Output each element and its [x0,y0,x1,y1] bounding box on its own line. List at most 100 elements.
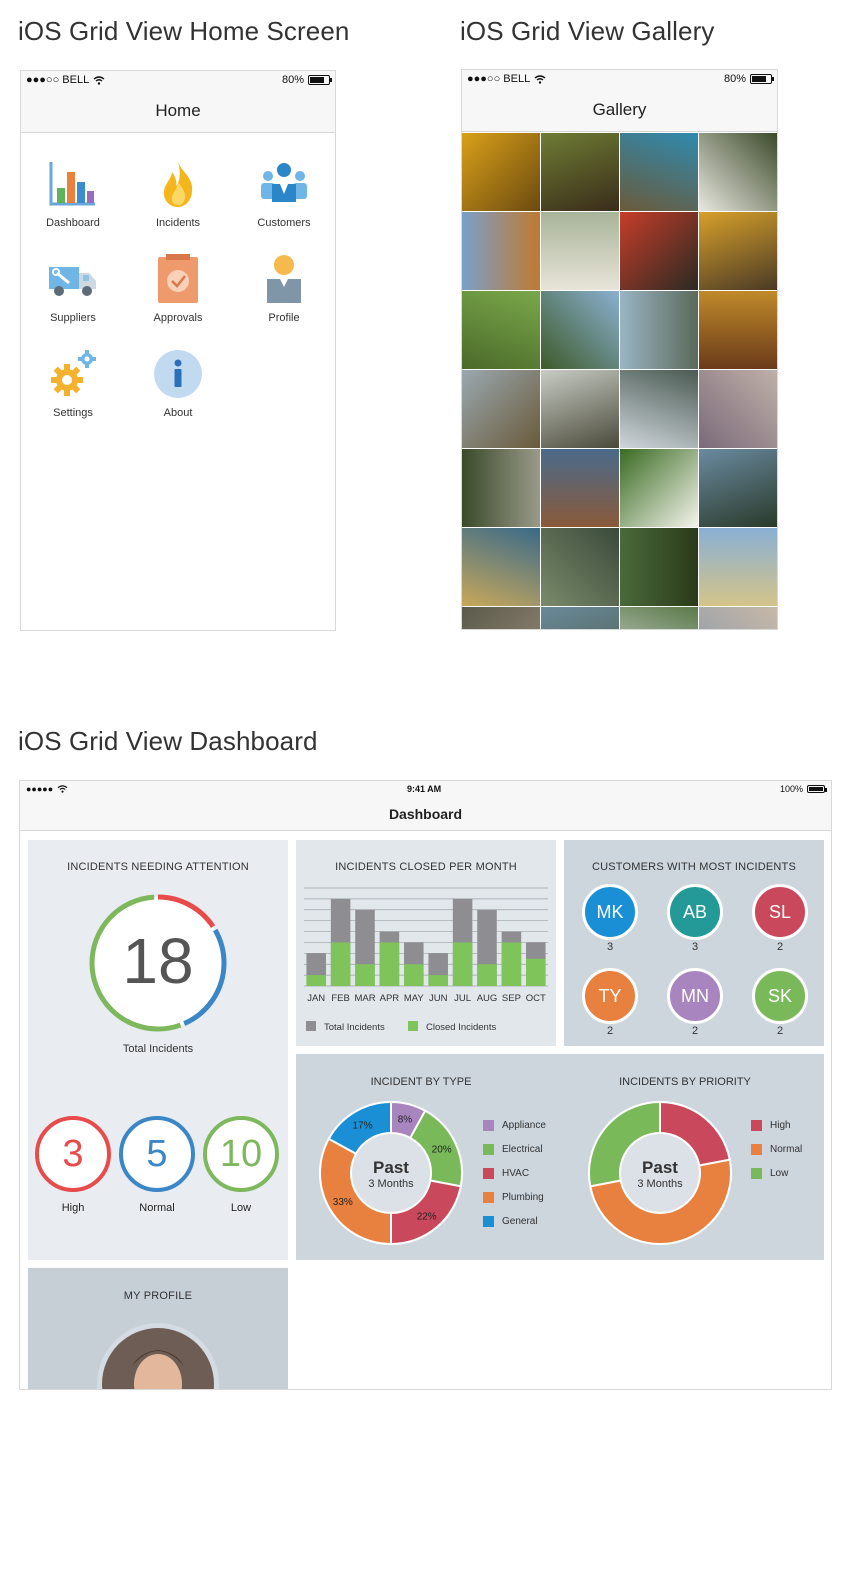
gallery-photo[interactable] [620,370,698,448]
customer-incident-count: 2 [776,941,784,953]
gallery-photo[interactable] [541,291,619,369]
person-icon [267,255,301,303]
customer-avatar: MN [667,968,723,1024]
customer-incident-count: 2 [776,1025,784,1037]
gallery-photo[interactable] [699,291,777,369]
gallery-photo[interactable] [462,528,540,606]
home-item-label: Suppliers [50,312,96,324]
x-tick-label: OCT [526,993,546,1004]
customer-sl[interactable]: SL 2 [752,884,808,953]
gallery-photo[interactable] [699,133,777,211]
battery-icon [807,785,827,793]
legend-label: Electrical [502,1143,543,1155]
gallery-photo[interactable] [620,528,698,606]
legend-label: Total Incidents [324,1022,385,1033]
customer-ab[interactable]: AB 3 [667,884,723,953]
legend-swatch [751,1143,762,1155]
wifi-icon [534,74,546,84]
gallery-photo[interactable] [620,291,698,369]
gallery-photo[interactable] [462,291,540,369]
my-profile-panel[interactable]: MY PROFILE [28,1268,288,1390]
x-tick-label: AUG [477,993,498,1004]
gallery-photo[interactable] [462,607,540,629]
home-item-about[interactable]: About [133,348,223,419]
gallery-photo[interactable] [699,212,777,290]
panel-title: INCIDENTS BY PRIORITY [619,1076,751,1088]
x-tick-label: JUN [429,993,448,1004]
bar-closed-mar [355,964,375,986]
customer-ty[interactable]: TY 2 [582,968,638,1037]
home-item-settings[interactable]: Settings [28,348,118,419]
customer-incident-count: 2 [691,1025,699,1037]
home-item-profile[interactable]: Profile [239,253,329,324]
gallery-photo[interactable] [541,528,619,606]
customer-mk[interactable]: MK 3 [582,884,638,953]
donut-center: Past 3 Months [585,1158,735,1190]
gallery-photo[interactable] [541,212,619,290]
clipboard-check-icon [158,254,198,303]
legend-item-high: High [751,1113,802,1137]
gallery-photo[interactable] [541,607,619,629]
legend-item-electrical: Electrical [483,1137,546,1161]
incidents-attention-panel[interactable]: INCIDENTS NEEDING ATTENTION 18 Total Inc… [28,840,288,1260]
priority-value: 3 [35,1116,111,1192]
legend-item-appliance: Appliance [483,1113,546,1137]
legend-swatch [408,1021,418,1031]
gallery-photo[interactable] [620,449,698,527]
priority-low-badge[interactable]: 10 Low [203,1116,279,1214]
customers-panel[interactable]: CUSTOMERS WITH MOST INCIDENTS MK 3 AB 3 SL 2 T… [564,840,824,1046]
home-item-customers[interactable]: Customers [239,158,329,229]
legend-swatch [483,1143,494,1155]
gallery-photo[interactable] [462,449,540,527]
status-bar: ●●●●● 9:41 AM 100% [20,781,831,797]
customer-mn[interactable]: MN 2 [667,968,723,1037]
home-item-approvals[interactable]: Approvals [133,253,223,324]
home-item-dashboard[interactable]: Dashboard [28,158,118,229]
gallery-photo[interactable] [620,212,698,290]
gallery-photo[interactable] [699,607,777,629]
wifi-icon [57,785,68,793]
battery-icon [750,74,774,84]
gallery-photo[interactable] [541,370,619,448]
priority-normal-badge[interactable]: 5 Normal [119,1116,195,1214]
photo-grid [462,133,777,629]
bar-closed-feb [330,942,351,986]
customer-sk[interactable]: SK 2 [752,968,808,1037]
gallery-photo[interactable] [462,133,540,211]
gallery-photo[interactable] [620,133,698,211]
gallery-photo[interactable] [699,449,777,527]
status-bar: ●●●○○ BELL 80% [21,71,335,89]
bar-closed-jul [452,942,473,986]
incident-breakdown-panel[interactable]: INCIDENT BY TYPE INCIDENTS BY PRIORITY 8… [296,1054,824,1260]
gallery-photo[interactable] [462,212,540,290]
status-bar: ●●●○○ BELL 80% [462,70,777,88]
x-tick-label: FEB [331,993,349,1004]
gallery-photo[interactable] [541,133,619,211]
home-item-suppliers[interactable]: Suppliers [28,253,118,324]
slice-label: 17% [352,1120,372,1131]
gallery-photo[interactable] [699,528,777,606]
carrier-label: ●●●○○ BELL [467,73,531,85]
gallery-photo[interactable] [620,607,698,629]
panel-title: INCIDENT BY TYPE [370,1076,472,1088]
x-tick-label: SEP [502,993,521,1004]
profile-avatar[interactable] [96,1322,220,1390]
priority-high-badge[interactable]: 3 High [35,1116,111,1214]
bar-closed-sep [501,942,522,986]
gallery-photo[interactable] [699,370,777,448]
legend-label: HVAC [502,1167,530,1179]
incidents-closed-panel[interactable]: INCIDENTS CLOSED PER MONTH JAN FEB MAR APR M… [296,840,556,1046]
gallery-photo[interactable] [462,370,540,448]
customer-incident-count: 3 [691,941,699,953]
legend-label: Appliance [502,1119,546,1131]
total-incidents-label: Total Incidents [122,1043,194,1055]
gallery-photo[interactable] [541,449,619,527]
nav-bar: Dashboard [20,797,831,831]
donut-center: Past 3 Months [316,1158,466,1190]
legend-item-normal: Normal [751,1137,802,1161]
clock: 9:41 AM [406,784,442,794]
home-item-incidents[interactable]: Incidents [133,158,223,229]
home-item-label: Settings [53,407,93,419]
legend-label: Low [770,1167,789,1179]
gallery-phone: ●●●○○ BELL 80% Gallery [461,69,778,630]
